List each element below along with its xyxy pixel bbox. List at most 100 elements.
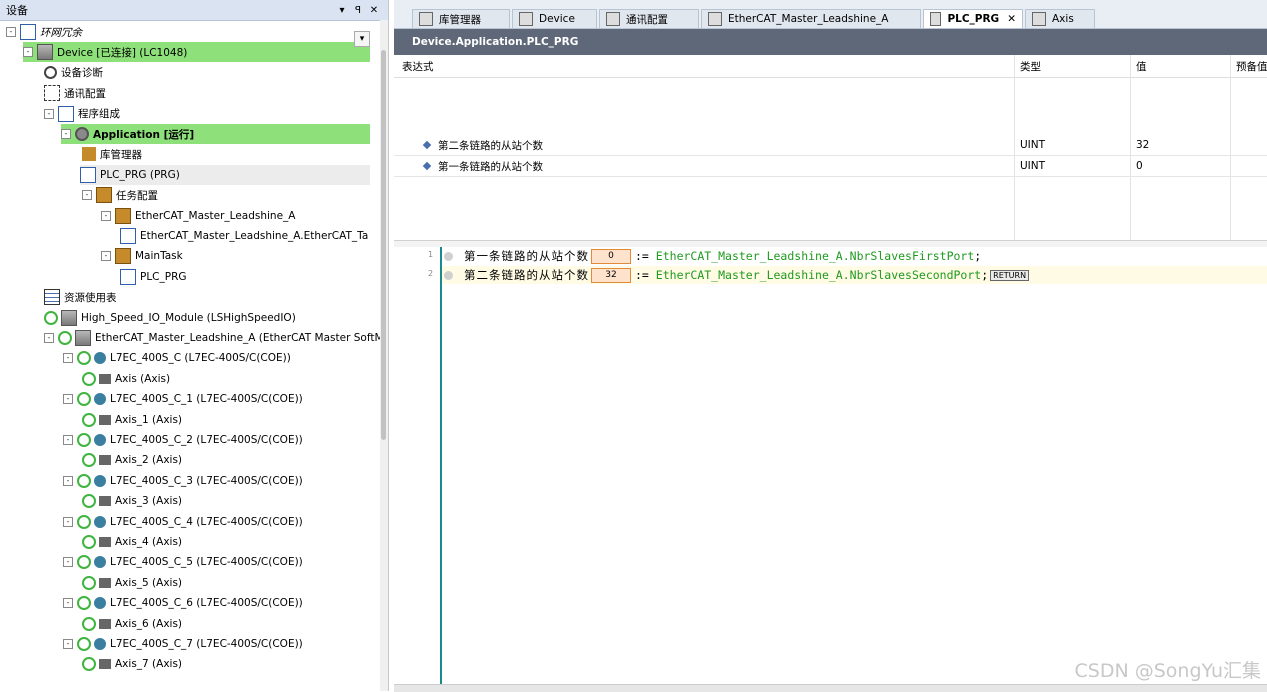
axis-icon [99, 496, 111, 507]
tree-dropdown-icon[interactable]: ▾ [354, 31, 370, 47]
breakpoint-marker[interactable] [444, 271, 453, 280]
drive-icon [94, 434, 106, 446]
tree-item[interactable]: - 任务配置 [82, 185, 158, 205]
tab-icon [419, 12, 433, 26]
collapse-icon[interactable]: - [44, 333, 54, 343]
tab-icon [606, 12, 620, 26]
tree-item[interactable]: Axis_4 (Axis) [82, 532, 182, 552]
tree-item[interactable]: - L7EC_400S_C (L7EC-400S/C(COE)) [63, 348, 291, 368]
task-icon [115, 207, 131, 224]
breakpoint-marker[interactable] [444, 252, 453, 261]
code-variable: 第二条链路的从站个数 [464, 268, 589, 282]
status-ok-icon [77, 433, 91, 447]
tree-item[interactable]: 通讯配置 [44, 83, 106, 103]
tree-item[interactable]: 资源使用表 [44, 287, 117, 307]
tab-2[interactable]: Device [512, 9, 597, 28]
online-value-box[interactable]: 32 [591, 267, 631, 283]
tree-item[interactable]: Axis (Axis) [82, 369, 170, 389]
collapse-icon[interactable]: - [63, 557, 73, 568]
tree-item[interactable]: Axis_5 (Axis) [82, 573, 182, 593]
tab-1[interactable]: 库管理器 [412, 9, 510, 28]
code-line[interactable]: 第二条链路的从站个数 32 := EtherCAT_Master_Leadshi… [464, 266, 1030, 284]
collapse-icon[interactable]: - [63, 516, 73, 527]
table-row[interactable]: 第二条链路的从站个数 UINT 32 [394, 135, 1267, 156]
tree-item-label: PLC_PRG (PRG) [100, 168, 180, 181]
tree-item[interactable]: - EtherCAT_Master_Leadshine_A [101, 206, 295, 226]
tree-scrollbar[interactable] [380, 20, 388, 691]
table-row[interactable]: 第一条链路的从站个数 UINT 0 [394, 156, 1267, 177]
header-expression[interactable]: 表达式 [402, 56, 434, 76]
code-editor[interactable]: 1 2 第一条链路的从站个数 0 := EtherCAT_Master_Lead… [394, 247, 1267, 684]
tree-item[interactable]: - L7EC_400S_C_3 (L7EC-400S/C(COE)) [63, 471, 303, 491]
tree-item-label: 程序组成 [78, 108, 120, 121]
tree-item[interactable]: - L7EC_400S_C_2 (L7EC-400S/C(COE)) [63, 430, 303, 450]
device-icon [75, 330, 91, 346]
header-prepared-value[interactable]: 预备值 [1236, 56, 1267, 76]
tree-item[interactable]: - L7EC_400S_C_7 (L7EC-400S/C(COE)) [63, 634, 303, 654]
tree-item[interactable]: Axis_1 (Axis) [82, 410, 182, 430]
collapse-icon[interactable]: - [61, 129, 71, 139]
close-panel-icon[interactable]: ✕ [366, 5, 382, 16]
collapse-icon[interactable]: - [82, 190, 92, 201]
collapse-icon[interactable]: - [63, 598, 73, 609]
device-icon [37, 44, 53, 61]
collapse-icon[interactable]: - [44, 108, 54, 119]
tab-4[interactable]: EtherCAT_Master_Leadshine_A [701, 9, 921, 28]
tree-item[interactable]: EtherCAT_Master_Leadshine_A.EtherCAT_Ta [120, 226, 368, 246]
doc-icon [120, 268, 136, 285]
tree-item[interactable]: - MainTask [101, 246, 183, 266]
tab-5[interactable]: PLC_PRG ✕ [923, 9, 1023, 28]
collapse-icon[interactable]: - [63, 475, 73, 486]
editor-area: 库管理器 Device 通讯配置 EtherCAT_Master_Leadshine_… [394, 0, 1267, 692]
tab-6[interactable]: Axis [1025, 9, 1095, 28]
scroll-thumb[interactable] [381, 50, 386, 440]
collapse-icon[interactable]: - [23, 47, 33, 58]
collapse-icon[interactable]: - [6, 27, 16, 37]
tree-item[interactable]: Axis_6 (Axis) [82, 614, 182, 634]
collapse-icon[interactable]: - [63, 394, 73, 405]
tab-label: Axis [1052, 13, 1074, 25]
resource-icon [44, 289, 60, 306]
collapse-icon[interactable]: - [63, 639, 73, 649]
tree-item[interactable]: - Device [已连接] (LC1048) [23, 42, 370, 63]
tree-item[interactable]: - 程序组成 [44, 104, 120, 124]
tree-item[interactable]: Axis_7 (Axis) [82, 654, 182, 674]
collapse-icon[interactable]: - [63, 435, 73, 445]
lens-icon [44, 66, 57, 80]
axis-icon [99, 373, 111, 384]
tree-item[interactable]: - EtherCAT_Master_Leadshine_A (EtherCAT M… [44, 328, 388, 348]
pin-icon[interactable]: ꟼ [350, 5, 366, 16]
tree-item[interactable]: Axis_2 (Axis) [82, 450, 182, 470]
header-type[interactable]: 类型 [1020, 56, 1041, 76]
tree-item[interactable]: - L7EC_400S_C_1 (L7EC-400S/C(COE)) [63, 389, 303, 409]
tree-item[interactable]: High_Speed_IO_Module (LSHighSpeedIO) [44, 308, 296, 328]
collapse-icon[interactable]: - [101, 251, 111, 262]
watch-table: 表达式 类型 值 预备值 第二条链路的从站个数 UINT 32 第一条链路的从站… [394, 55, 1267, 242]
tree-item[interactable]: PLC_PRG [120, 267, 187, 287]
online-value-box[interactable]: 0 [591, 248, 631, 264]
tree-item-label: MainTask [135, 250, 183, 263]
tab-icon [930, 12, 942, 26]
header-value[interactable]: 值 [1136, 56, 1147, 76]
program-icon [58, 105, 74, 122]
tree-item[interactable]: - L7EC_400S_C_4 (L7EC-400S/C(COE)) [63, 512, 303, 532]
axis-icon [99, 537, 111, 547]
tree-item[interactable]: Axis_3 (Axis) [82, 491, 182, 511]
code-line[interactable]: 第一条链路的从站个数 0 := EtherCAT_Master_Leadshin… [464, 247, 981, 265]
tree-item[interactable]: PLC_PRG (PRG) [80, 164, 370, 185]
tree-item-label: EtherCAT_Master_Leadshine_A [135, 209, 296, 222]
drive-icon [94, 474, 106, 487]
collapse-icon[interactable]: - [101, 210, 111, 221]
collapse-icon[interactable]: - [63, 353, 73, 364]
tree-item[interactable]: - 环网冗余 [6, 22, 82, 42]
tree-item[interactable]: - L7EC_400S_C_6 (L7EC-400S/C(COE)) [63, 593, 303, 613]
tree-item[interactable]: - L7EC_400S_C_5 (L7EC-400S/C(COE)) [63, 552, 303, 572]
tree-item[interactable]: 设备诊断 [44, 63, 103, 83]
tab-icon [519, 12, 533, 26]
panel-menu-icon[interactable]: ▾ [334, 5, 350, 16]
tree-item[interactable]: - Application [运行] [61, 124, 370, 144]
tree-item[interactable]: 库管理器 [82, 144, 142, 164]
close-tab-icon[interactable]: ✕ [1007, 13, 1016, 25]
variable-icon [422, 140, 432, 150]
tab-3[interactable]: 通讯配置 [599, 9, 699, 28]
